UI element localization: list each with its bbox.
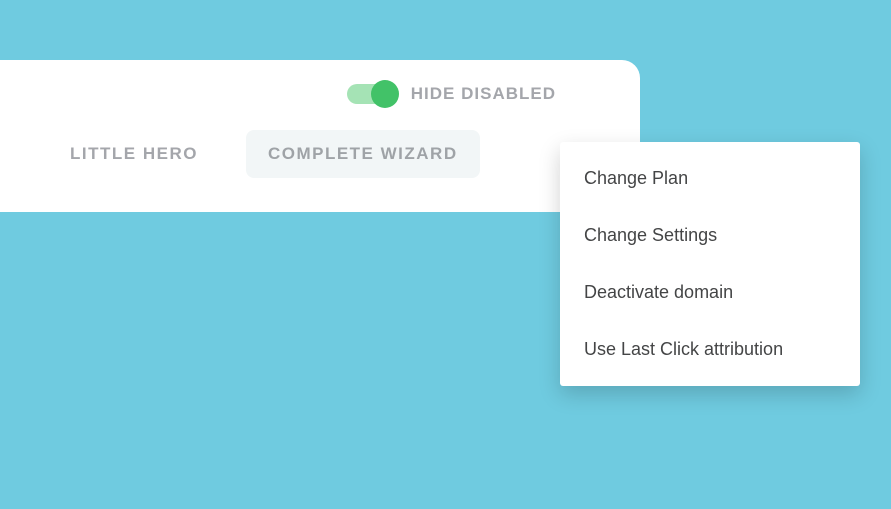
menu-item-change-settings[interactable]: Change Settings [560, 207, 860, 264]
toggle-label: HIDE DISABLED [411, 84, 556, 104]
tabs-row: LITTLE HERO COMPLETE WIZARD [24, 130, 616, 178]
menu-item-use-last-click-attribution[interactable]: Use Last Click attribution [560, 321, 860, 378]
top-row: HIDE DISABLED [24, 84, 616, 104]
tab-complete-wizard[interactable]: COMPLETE WIZARD [246, 130, 480, 178]
header-card: HIDE DISABLED LITTLE HERO COMPLETE WIZAR… [0, 60, 640, 212]
context-menu: Change Plan Change Settings Deactivate d… [560, 142, 860, 386]
tab-little-hero[interactable]: LITTLE HERO [48, 130, 220, 178]
menu-item-change-plan[interactable]: Change Plan [560, 150, 860, 207]
toggle-knob-icon [371, 80, 399, 108]
menu-item-deactivate-domain[interactable]: Deactivate domain [560, 264, 860, 321]
hide-disabled-toggle[interactable] [347, 84, 395, 104]
